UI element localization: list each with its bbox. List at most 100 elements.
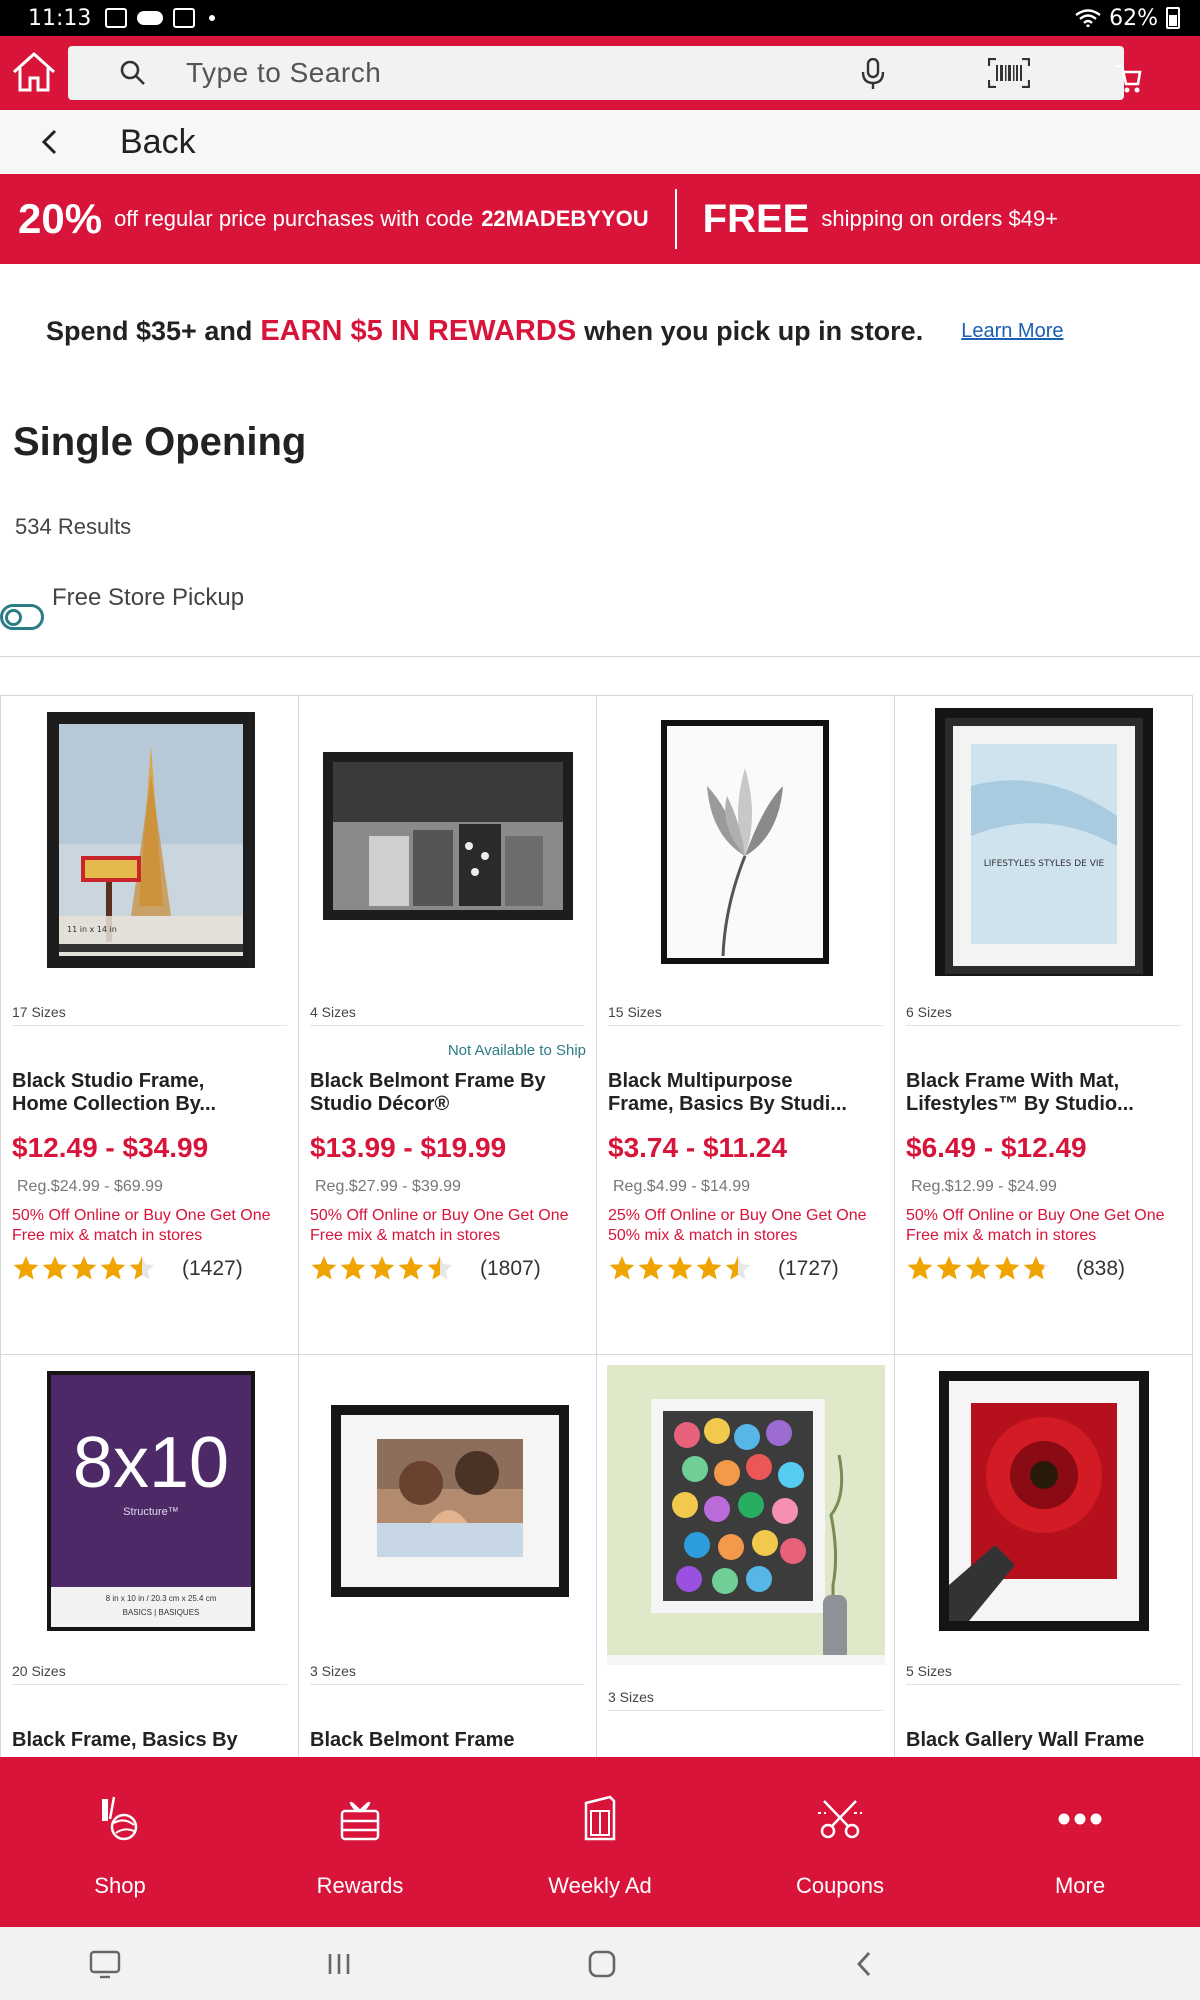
product-name-line2[interactable]: Studio Décor® bbox=[310, 1093, 590, 1116]
product-name-line2[interactable]: Frame, Basics By Studi... bbox=[608, 1093, 888, 1116]
free-shipping-label: FREE bbox=[702, 196, 810, 241]
product-regular-price: Reg.$4.99 - $14.99 bbox=[613, 1178, 750, 1195]
product-image-size-text: 8x10 bbox=[73, 1423, 229, 1503]
star-filled-icon bbox=[994, 1256, 1020, 1280]
star-filled-icon bbox=[398, 1256, 424, 1280]
nav-shop[interactable]: Shop bbox=[0, 1757, 240, 1927]
product-regular-price: Reg.$27.99 - $39.99 bbox=[315, 1178, 461, 1195]
bottom-navigation: Shop Rewards Weekly Ad Coupons More bbox=[0, 1757, 1200, 1927]
card-divider bbox=[12, 1684, 287, 1685]
product-image-belmont-mat-frame[interactable] bbox=[309, 1365, 587, 1635]
product-card[interactable]: 11 in x 14 in 17 Sizes Black Studio Fram… bbox=[0, 695, 299, 1355]
results-count: 534 Results bbox=[15, 514, 132, 539]
recent-screenshot-icon[interactable] bbox=[88, 1947, 122, 1981]
star-filled-icon bbox=[369, 1256, 395, 1280]
nav-coupons[interactable]: Coupons bbox=[720, 1757, 960, 1927]
product-sizes: 15 Sizes bbox=[608, 1004, 662, 1020]
rewards-banner: Spend $35+ and EARN $5 IN REWARDS when y… bbox=[0, 264, 1200, 398]
chevron-left-icon[interactable] bbox=[36, 127, 66, 157]
product-sizes: 17 Sizes bbox=[12, 1004, 66, 1020]
nav-more[interactable]: More bbox=[960, 1757, 1200, 1927]
scissors-coupon-icon bbox=[818, 1800, 862, 1839]
product-image-lifestyles-frame[interactable]: LIFESTYLES STYLES DE VIE bbox=[905, 706, 1183, 976]
product-rating: (838) bbox=[906, 1254, 1125, 1284]
product-image-belmont-frame[interactable] bbox=[309, 706, 587, 976]
product-image-macarons-frame[interactable] bbox=[607, 1365, 885, 1665]
product-card[interactable]: 8x10 Structure™ 8 in x 10 in / 20.3 cm x… bbox=[0, 1354, 299, 1774]
star-filled-icon bbox=[609, 1256, 635, 1280]
home-button-icon[interactable] bbox=[585, 1947, 619, 1981]
learn-more-link[interactable]: Learn More bbox=[961, 320, 1063, 343]
nav-rewards-label: Rewards bbox=[316, 1873, 404, 1898]
app-screen: 11:13 62% Type to Search Back 20% off re… bbox=[0, 0, 1200, 2000]
product-card[interactable]: 15 Sizes Black Multipurpose Frame, Basic… bbox=[596, 695, 895, 1355]
product-sizes: 6 Sizes bbox=[906, 1004, 952, 1020]
product-image-gallery-wall-frame[interactable] bbox=[905, 1365, 1183, 1635]
cloud-notification-icon bbox=[137, 11, 164, 25]
product-card[interactable]: LIFESTYLES STYLES DE VIE 6 Sizes Black F… bbox=[894, 695, 1193, 1355]
search-input[interactable]: Type to Search bbox=[186, 57, 381, 89]
product-rating: (1427) bbox=[12, 1254, 243, 1284]
product-sizes: 5 Sizes bbox=[906, 1663, 952, 1679]
free-store-pickup-label[interactable]: Free Store Pickup bbox=[52, 584, 244, 612]
product-deal: 25% Off Online or Buy One Get One 50% mi… bbox=[608, 1207, 867, 1244]
card-divider bbox=[906, 1025, 1181, 1026]
more-notifications-dot-icon bbox=[209, 15, 216, 21]
product-name-line2[interactable]: Home Collection By... bbox=[12, 1093, 292, 1116]
nav-rewards[interactable]: Rewards bbox=[240, 1757, 480, 1927]
cart-icon[interactable] bbox=[1114, 62, 1142, 94]
star-filled-icon bbox=[638, 1256, 664, 1280]
nav-more-label: More bbox=[1054, 1873, 1106, 1898]
star-filled-icon bbox=[42, 1256, 68, 1280]
product-sizes: 3 Sizes bbox=[310, 1663, 356, 1679]
rewards-text-end: when you pick up in store. bbox=[584, 315, 924, 346]
product-deal: 50% Off Online or Buy One Get One Free m… bbox=[906, 1207, 1165, 1244]
product-card[interactable]: 4 Sizes Not Available to Ship Black Belm… bbox=[298, 695, 597, 1355]
product-name[interactable]: Black Belmont Frame bbox=[310, 1729, 590, 1752]
back-button[interactable]: Back bbox=[120, 123, 196, 162]
product-image-studio-frame[interactable]: 11 in x 14 in bbox=[11, 706, 289, 976]
product-name[interactable]: Black Multipurpose bbox=[608, 1070, 888, 1093]
card-divider bbox=[906, 1684, 1181, 1685]
product-image-dimensions: 8 in x 10 in / 20.3 cm x 25.4 cm bbox=[106, 1594, 217, 1603]
review-count: (1727) bbox=[778, 1257, 839, 1280]
back-navigation[interactable]: Back bbox=[0, 110, 1200, 174]
search-bar[interactable]: Type to Search bbox=[68, 46, 1124, 100]
nav-weekly-ad[interactable]: Weekly Ad bbox=[480, 1757, 720, 1927]
product-name-line2[interactable]: Lifestyles™ By Studio... bbox=[906, 1093, 1186, 1116]
barcode-scanner-icon[interactable] bbox=[988, 58, 1030, 88]
product-card[interactable]: 3 Sizes Black Belmont Frame bbox=[298, 1354, 597, 1774]
card-divider bbox=[12, 1025, 287, 1026]
status-bar: 11:13 62% bbox=[0, 0, 1200, 36]
product-name[interactable]: Black Studio Frame, bbox=[12, 1070, 292, 1093]
product-image-line: BASICS | BASIQUES bbox=[123, 1608, 200, 1617]
product-name[interactable]: Black Frame, Basics By bbox=[12, 1729, 292, 1752]
star-filled-icon bbox=[100, 1256, 126, 1280]
rewards-text-start: Spend $35+ and bbox=[46, 315, 253, 346]
product-regular-price: Reg.$24.99 - $69.99 bbox=[17, 1178, 163, 1195]
product-image-basics-frame[interactable]: 8x10 Structure™ 8 in x 10 in / 20.3 cm x… bbox=[11, 1365, 289, 1635]
microphone-icon[interactable] bbox=[860, 58, 886, 90]
product-image-multipurpose-frame[interactable] bbox=[607, 706, 885, 976]
recent-apps-icon[interactable] bbox=[322, 1947, 356, 1981]
review-count: (1427) bbox=[182, 1257, 243, 1280]
star-rating-icon bbox=[907, 1256, 1049, 1280]
home-icon[interactable] bbox=[10, 48, 58, 96]
promo-banner[interactable]: 20% off regular price purchases with cod… bbox=[0, 174, 1200, 264]
product-image-caption: LIFESTYLES STYLES DE VIE bbox=[984, 859, 1105, 869]
product-card[interactable]: 3 Sizes bbox=[596, 1354, 895, 1774]
nav-coupons-label: Coupons bbox=[795, 1873, 885, 1898]
product-card[interactable]: 5 Sizes Black Gallery Wall Frame bbox=[894, 1354, 1193, 1774]
product-name[interactable]: Black Frame With Mat, bbox=[906, 1070, 1186, 1093]
product-name[interactable]: Black Belmont Frame By bbox=[310, 1070, 590, 1093]
free-store-pickup-toggle[interactable] bbox=[0, 604, 44, 630]
star-filled-icon bbox=[667, 1256, 693, 1280]
system-back-icon[interactable] bbox=[848, 1947, 882, 1981]
product-name[interactable]: Black Gallery Wall Frame bbox=[906, 1729, 1186, 1752]
product-price: $13.99 - $19.99 bbox=[310, 1132, 507, 1163]
card-divider bbox=[310, 1025, 585, 1026]
wifi-icon bbox=[1075, 9, 1101, 27]
product-deal: 50% Off Online or Buy One Get One Free m… bbox=[12, 1207, 271, 1244]
product-price: $12.49 - $34.99 bbox=[12, 1132, 209, 1163]
card-divider bbox=[608, 1710, 883, 1711]
